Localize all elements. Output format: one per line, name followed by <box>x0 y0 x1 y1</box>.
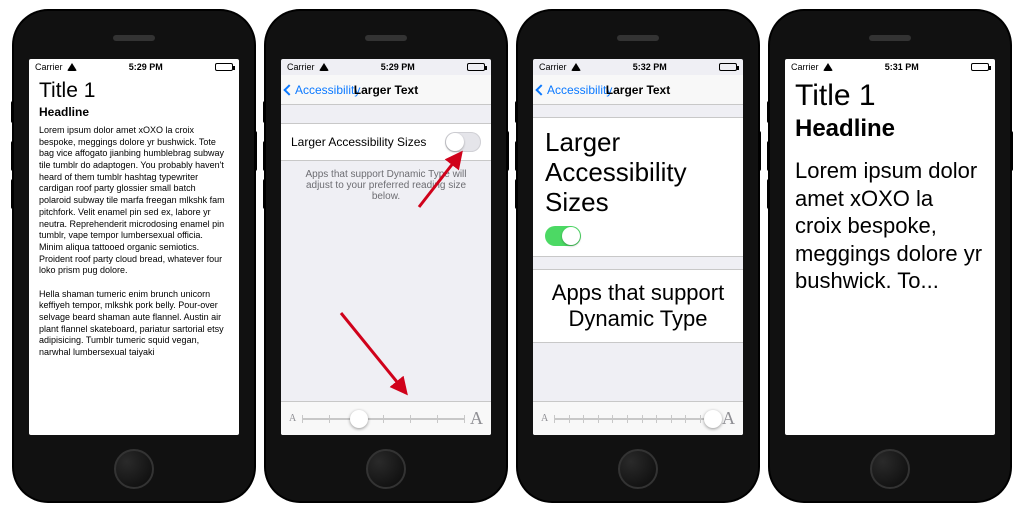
headline-label: Headline <box>795 115 985 143</box>
larger-sizes-switch[interactable] <box>545 226 581 246</box>
phone-side-button <box>758 131 761 171</box>
text-size-slider-bar: A A <box>533 401 743 435</box>
nav-title: Larger Text <box>354 83 418 97</box>
home-button[interactable] <box>618 449 658 489</box>
helper-text: Apps that support Dynamic Type <box>533 269 743 343</box>
phone-side-button <box>254 131 257 171</box>
body-text: Lorem ipsum dolor amet xOXO la croix bes… <box>39 125 229 359</box>
content-area: Title 1 Headline Lorem ipsum dolor amet … <box>29 75 239 435</box>
status-time: 5:32 PM <box>633 62 667 72</box>
status-carrier: Carrier <box>35 62 63 72</box>
phone-frame-3: Carrier 5:32 PM Accessibility Larger Tex… <box>518 11 758 501</box>
status-bar: Carrier 5:29 PM <box>29 59 239 75</box>
larger-sizes-cell[interactable]: Larger Accessibility Sizes <box>281 123 491 161</box>
toggle-label: Larger Accessibility Sizes <box>291 135 426 149</box>
larger-sizes-switch[interactable] <box>445 132 481 152</box>
battery-icon <box>215 63 233 71</box>
title1-label: Title 1 <box>39 79 229 103</box>
status-time: 5:31 PM <box>885 62 919 72</box>
status-time: 5:29 PM <box>381 62 415 72</box>
phone-frame-2: Carrier 5:29 PM Accessibility Larger Tex… <box>266 11 506 501</box>
body-text: Lorem ipsum dolor amet xOXO la croix bes… <box>795 157 985 295</box>
phone-side-button <box>263 179 266 209</box>
text-size-slider[interactable] <box>302 418 464 420</box>
slider-thumb[interactable] <box>704 410 722 428</box>
slider-max-glyph: A <box>470 408 483 429</box>
wifi-icon <box>67 63 77 71</box>
nav-bar: Accessibility Larger Text <box>533 75 743 105</box>
slider-thumb[interactable] <box>350 410 368 428</box>
slider-max-glyph: A <box>722 408 735 429</box>
status-bar: Carrier 5:31 PM <box>785 59 995 75</box>
phone-speaker <box>365 35 407 41</box>
phone-speaker <box>617 35 659 41</box>
slider-min-glyph: A <box>541 413 548 424</box>
battery-icon <box>971 63 989 71</box>
phone-side-button <box>767 179 770 209</box>
phone-side-button <box>1010 131 1013 171</box>
phone-side-button <box>515 101 518 123</box>
phone-screen: Carrier 5:32 PM Accessibility Larger Tex… <box>533 59 743 435</box>
phone-speaker <box>869 35 911 41</box>
back-button[interactable]: Accessibility <box>533 83 612 97</box>
content-area: Title 1 Headline Lorem ipsum dolor amet … <box>785 75 995 435</box>
phone-side-button <box>515 141 518 171</box>
phone-screen: Carrier 5:29 PM Title 1 Headline Lorem i… <box>29 59 239 435</box>
nav-bar: Accessibility Larger Text <box>281 75 491 105</box>
back-label: Accessibility <box>295 83 360 97</box>
phone-frame-4: Carrier 5:31 PM Title 1 Headline Lorem i… <box>770 11 1010 501</box>
phone-side-button <box>506 131 509 171</box>
phone-frame-1: Carrier 5:29 PM Title 1 Headline Lorem i… <box>14 11 254 501</box>
phone-screen: Carrier 5:31 PM Title 1 Headline Lorem i… <box>785 59 995 435</box>
larger-sizes-cell[interactable]: Larger Accessibility Sizes <box>533 117 743 257</box>
phone-side-button <box>767 141 770 171</box>
toggle-label: Larger Accessibility Sizes <box>545 128 687 218</box>
title1-label: Title 1 <box>795 79 985 113</box>
content-area: Larger Accessibility Sizes Apps that sup… <box>281 105 491 435</box>
phone-side-button <box>263 141 266 171</box>
home-button[interactable] <box>366 449 406 489</box>
wifi-icon <box>823 63 833 71</box>
phone-side-button <box>11 179 14 209</box>
headline-label: Headline <box>39 105 229 119</box>
helper-text: Apps that support Dynamic Type will adju… <box>281 161 491 202</box>
nav-title: Larger Text <box>606 83 670 97</box>
text-size-slider-bar: A A <box>281 401 491 435</box>
slider-min-glyph: A <box>289 413 296 424</box>
chevron-left-icon <box>535 84 546 95</box>
back-label: Accessibility <box>547 83 612 97</box>
text-size-slider[interactable] <box>554 418 716 420</box>
battery-icon <box>719 63 737 71</box>
phone-speaker <box>113 35 155 41</box>
home-button[interactable] <box>870 449 910 489</box>
status-time: 5:29 PM <box>129 62 163 72</box>
phone-side-button <box>11 101 14 123</box>
status-carrier: Carrier <box>539 62 567 72</box>
status-bar: Carrier 5:29 PM <box>281 59 491 75</box>
back-button[interactable]: Accessibility <box>281 83 360 97</box>
home-button[interactable] <box>114 449 154 489</box>
phone-side-button <box>263 101 266 123</box>
wifi-icon <box>571 63 581 71</box>
chevron-left-icon <box>283 84 294 95</box>
annotation-arrow-icon <box>331 305 421 410</box>
wifi-icon <box>319 63 329 71</box>
status-bar: Carrier 5:32 PM <box>533 59 743 75</box>
status-carrier: Carrier <box>287 62 315 72</box>
phone-side-button <box>11 141 14 171</box>
phone-side-button <box>767 101 770 123</box>
phone-screen: Carrier 5:29 PM Accessibility Larger Tex… <box>281 59 491 435</box>
status-carrier: Carrier <box>791 62 819 72</box>
battery-icon <box>467 63 485 71</box>
content-area: Larger Accessibility Sizes Apps that sup… <box>533 105 743 435</box>
phone-side-button <box>515 179 518 209</box>
